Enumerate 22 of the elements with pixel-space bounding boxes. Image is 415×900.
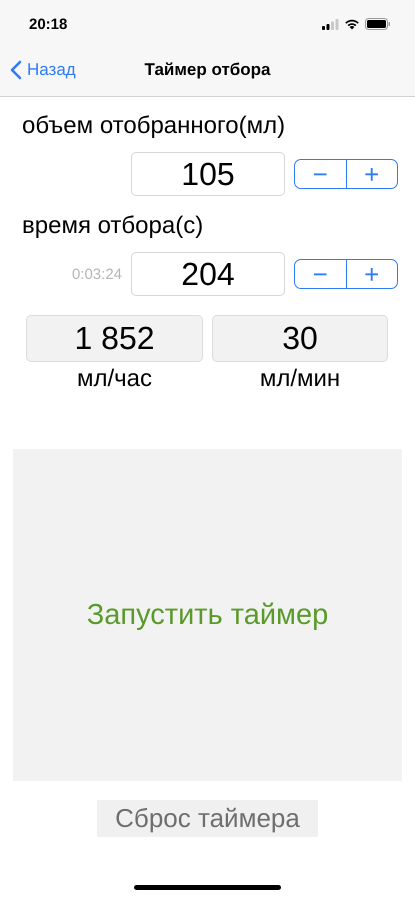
field-label: объем отобранного(мл) — [22, 111, 286, 141]
start-timer-button[interactable]: Запустить таймер — [13, 449, 402, 781]
decrement-button[interactable]: − — [295, 160, 346, 188]
unit-label: мл/мин — [260, 365, 340, 393]
signal-icon — [322, 18, 339, 30]
wifi-icon — [344, 18, 360, 30]
number-field[interactable]: 105 — [131, 152, 285, 196]
increment-button[interactable]: + — [346, 260, 397, 288]
back-button[interactable]: Назад — [10, 60, 76, 80]
nav-title: Таймер отбора — [144, 60, 270, 80]
field-label: время отбора(с) — [22, 211, 204, 241]
number-field[interactable]: 204 — [131, 252, 285, 296]
status-time: 20:18 — [29, 16, 68, 32]
result-field: 1 852 — [26, 315, 203, 362]
chevron-left-icon — [10, 60, 22, 80]
decrement-button[interactable]: − — [295, 260, 346, 288]
time-hint: 0:03:24 — [72, 266, 122, 282]
unit-label: мл/час — [76, 365, 152, 393]
battery-icon — [365, 18, 391, 30]
increment-button[interactable]: + — [346, 160, 397, 188]
result-field: 30 — [212, 315, 388, 362]
reset-timer-button[interactable]: Сброс таймера — [97, 800, 318, 837]
